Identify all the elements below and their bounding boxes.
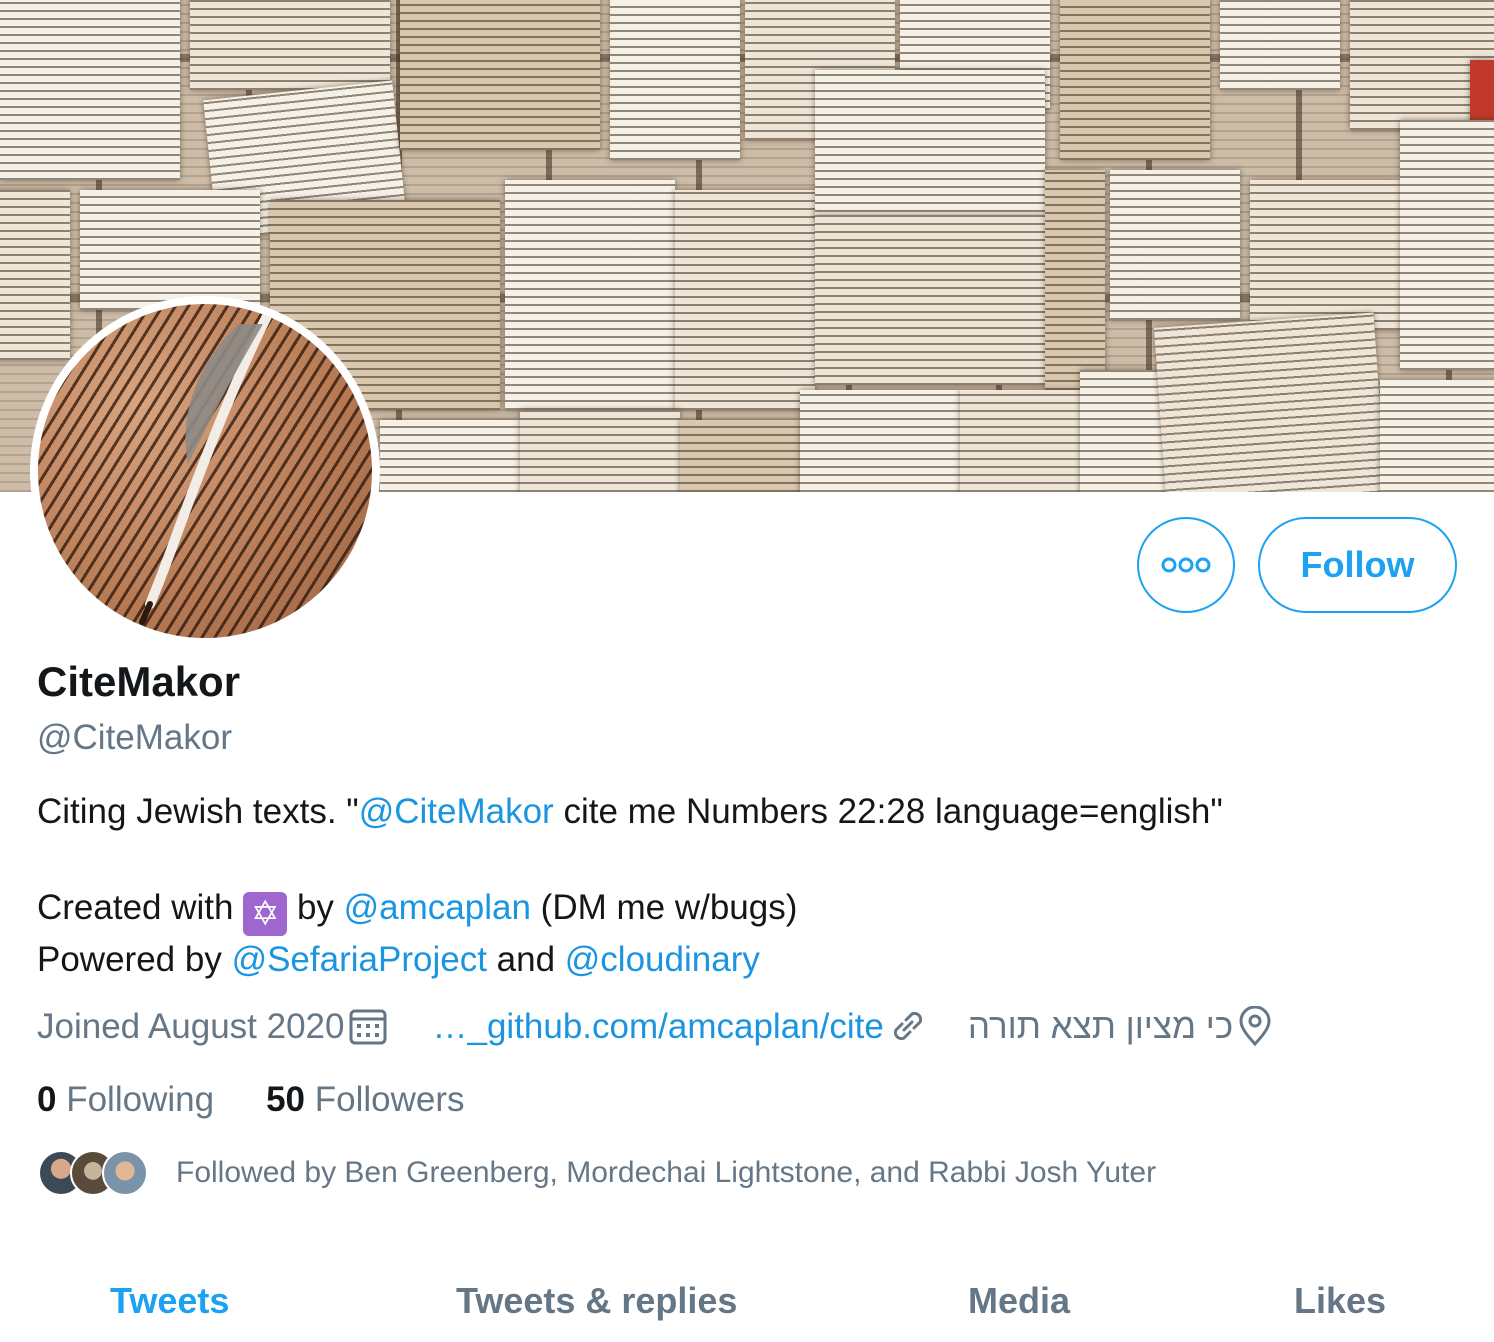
display-name: CiteMakor bbox=[37, 658, 241, 705]
followed-by[interactable]: Followed by Ben Greenberg, Mordechai Lig… bbox=[38, 1150, 1156, 1196]
bio-line-1: Citing Jewish texts. "@CiteMakor cite me… bbox=[37, 788, 1457, 836]
location: כי מציון תצא תורה bbox=[968, 1006, 1275, 1048]
avatar-image bbox=[38, 304, 372, 638]
following-label: Following bbox=[66, 1080, 215, 1119]
profile-handle: @CiteMakor bbox=[37, 718, 233, 757]
followers-count: 50 bbox=[266, 1080, 305, 1119]
followers-label: Followers bbox=[314, 1080, 465, 1119]
quill-icon bbox=[139, 309, 273, 625]
following-stat[interactable]: 0 Following bbox=[37, 1080, 214, 1120]
link-icon bbox=[893, 1011, 922, 1041]
website-url[interactable]: …_github.com/amcaplan/cite bbox=[432, 1007, 883, 1047]
bio-text: (DM me w/bugs) bbox=[530, 888, 798, 927]
bio-text: Citing Jewish texts. " bbox=[37, 792, 359, 831]
website-link[interactable]: …_github.com/amcaplan/cite bbox=[432, 1006, 927, 1048]
tab-media[interactable]: Media bbox=[968, 1280, 1070, 1322]
profile-tabs: Tweets Tweets & replies Media Likes bbox=[0, 1272, 1494, 1342]
avatar bbox=[102, 1150, 148, 1196]
follow-button[interactable]: Follow bbox=[1258, 517, 1457, 613]
mention-link-sefariaproject[interactable]: @SefariaProject bbox=[232, 940, 487, 979]
bio-spacer bbox=[37, 836, 1457, 884]
profile-meta: Joined August 2020 …_github.com/amcaplan… bbox=[37, 1006, 1275, 1048]
calendar-icon bbox=[349, 1009, 387, 1045]
mention-link-citemakor[interactable]: @CiteMakor bbox=[359, 792, 554, 831]
mention-link-cloudinary[interactable]: @cloudinary bbox=[565, 940, 760, 979]
tab-tweets[interactable]: Tweets bbox=[110, 1280, 229, 1322]
location-pin-icon bbox=[1239, 1006, 1271, 1047]
followers-stat[interactable]: 50 Followers bbox=[266, 1080, 464, 1120]
profile-stats: 0 Following 50 Followers bbox=[37, 1080, 465, 1120]
bio-text: Created with bbox=[37, 888, 244, 927]
bio-line-3: Powered by @SefariaProject and @cloudina… bbox=[37, 936, 1457, 984]
followed-by-text: Followed by Ben Greenberg, Mordechai Lig… bbox=[176, 1156, 1157, 1189]
bio-text: Powered by bbox=[37, 940, 232, 979]
bio-line-2: Created with ✡ by @amcaplan (DM me w/bug… bbox=[37, 884, 1457, 936]
bio-text: by bbox=[287, 888, 344, 927]
mention-link-amcaplan[interactable]: @amcaplan bbox=[344, 888, 531, 927]
more-options-button[interactable] bbox=[1137, 517, 1235, 613]
tab-tweets-and-replies[interactable]: Tweets & replies bbox=[456, 1280, 737, 1322]
joined-date: Joined August 2020 bbox=[37, 1007, 388, 1047]
more-dots-icon bbox=[1161, 557, 1211, 573]
profile-bio: Citing Jewish texts. "@CiteMakor cite me… bbox=[37, 788, 1457, 984]
bio-text: cite me Numbers 22:28 language=english" bbox=[553, 792, 1223, 831]
following-count: 0 bbox=[37, 1080, 57, 1119]
tab-likes[interactable]: Likes bbox=[1294, 1280, 1386, 1322]
profile-avatar[interactable] bbox=[30, 296, 380, 646]
bio-text: and bbox=[486, 940, 565, 979]
joined-text: Joined August 2020 bbox=[37, 1007, 345, 1046]
location-text: כי מציון תצא תורה bbox=[967, 1007, 1234, 1046]
star-of-david-icon: ✡ bbox=[243, 892, 288, 936]
